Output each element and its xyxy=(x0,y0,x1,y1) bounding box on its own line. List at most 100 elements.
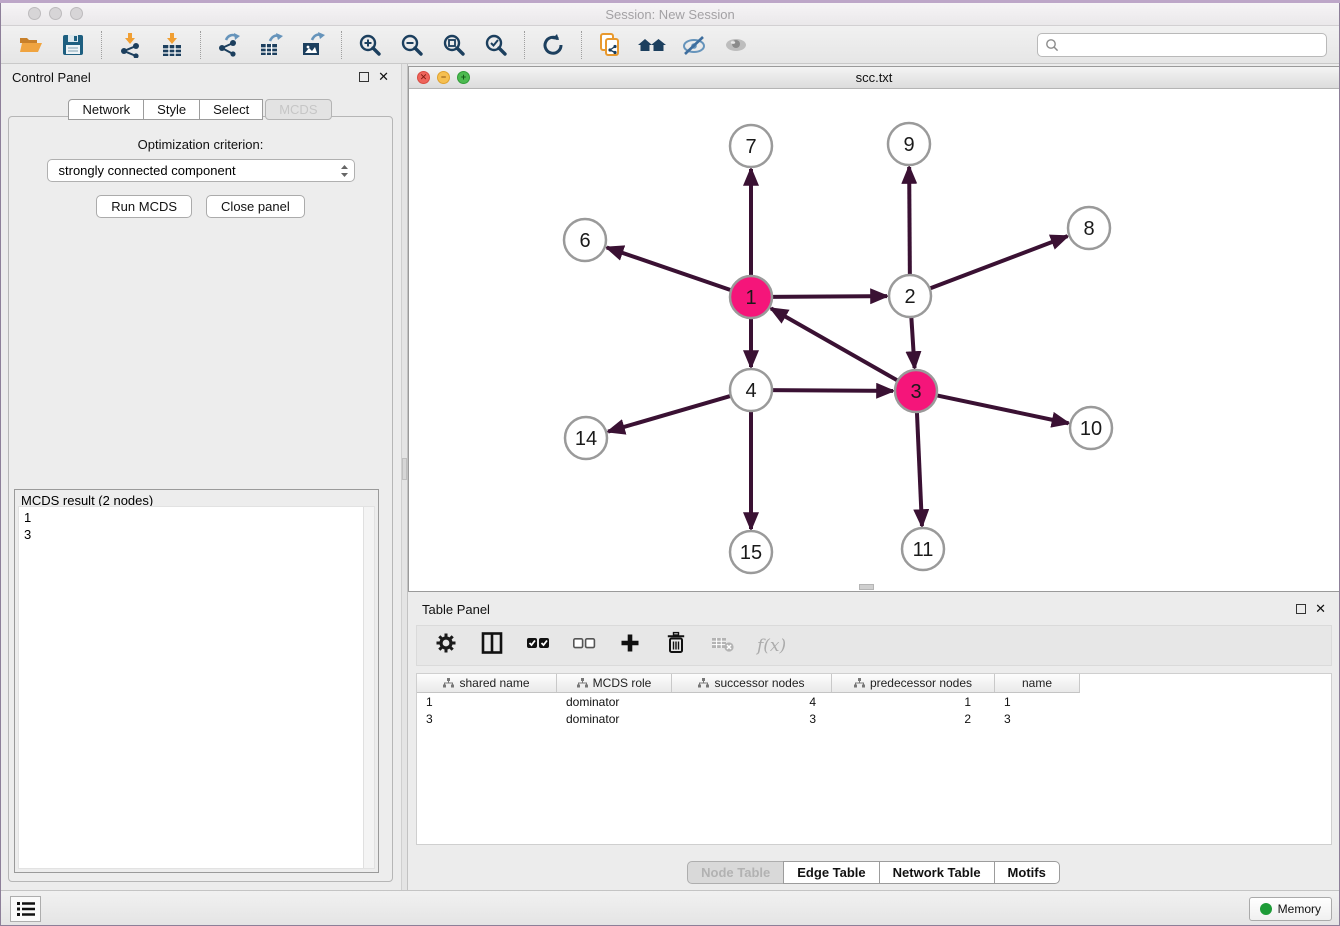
show-column-panel-button[interactable] xyxy=(479,630,505,661)
column-header-mcds-role[interactable]: MCDS role xyxy=(557,674,672,692)
window-title: Session: New Session xyxy=(605,7,734,22)
tab-network-table[interactable]: Network Table xyxy=(879,861,995,884)
open-folder-icon xyxy=(18,32,44,58)
table-row[interactable]: 1dominator411 xyxy=(417,693,1331,710)
graph-edge-1-2[interactable] xyxy=(770,296,887,297)
split-columns-icon xyxy=(479,630,505,656)
column-header-predecessor-nodes[interactable]: predecessor nodes xyxy=(832,674,995,692)
float-panel-icon[interactable] xyxy=(359,72,369,82)
close-window-button[interactable] xyxy=(28,7,41,20)
graph-edge-2-3[interactable] xyxy=(911,315,914,368)
clone-network-button[interactable] xyxy=(589,29,631,61)
panel-splitter[interactable] xyxy=(401,64,408,890)
criterion-dropdown[interactable]: strongly connected component xyxy=(47,159,355,182)
tab-network[interactable]: Network xyxy=(68,99,144,120)
function-builder-button[interactable]: f(x) xyxy=(757,636,786,656)
graph-node-label: 4 xyxy=(745,380,756,402)
delete-table-button[interactable] xyxy=(709,630,737,661)
search-input[interactable] xyxy=(1059,34,1326,56)
mcds-result-group: MCDS result (2 nodes) 1 3 xyxy=(14,489,379,873)
graph-edge-3-1[interactable] xyxy=(771,308,900,381)
minimize-window-button[interactable] xyxy=(49,7,62,20)
delete-column-button[interactable] xyxy=(663,630,689,661)
close-panel-button[interactable]: Close panel xyxy=(206,195,305,218)
export-image-button[interactable] xyxy=(292,29,334,61)
unselect-all-columns-button[interactable] xyxy=(571,630,597,661)
export-table-button[interactable] xyxy=(250,29,292,61)
network-window-titlebar[interactable]: scc.txt ✕ − + xyxy=(409,67,1339,89)
open-session-button[interactable] xyxy=(10,29,52,61)
graph-node-label: 6 xyxy=(579,230,590,252)
mcds-result-area[interactable]: 1 3 xyxy=(18,506,375,869)
run-mcds-button[interactable]: Run MCDS xyxy=(96,195,192,218)
column-label: name xyxy=(1022,676,1052,690)
network-canvas[interactable]: 7968124314101511 xyxy=(409,90,1339,591)
clone-network-icon xyxy=(597,32,623,58)
column-header-name[interactable]: name xyxy=(995,674,1079,692)
column-label: successor nodes xyxy=(714,676,804,690)
memory-button[interactable]: Memory xyxy=(1249,897,1332,921)
select-all-columns-button[interactable] xyxy=(525,630,551,661)
tab-style[interactable]: Style xyxy=(143,99,200,120)
import-table-icon xyxy=(159,32,185,58)
column-header-shared-name[interactable]: shared name xyxy=(417,674,557,692)
tab-node-table[interactable]: Node Table xyxy=(687,861,784,884)
apply-layout-button[interactable] xyxy=(532,29,574,61)
control-panel-tabs: Network Style Select MCDS xyxy=(0,99,401,120)
plus-icon xyxy=(617,630,643,656)
tab-edge-table[interactable]: Edge Table xyxy=(783,861,879,884)
graph-edge-3-10[interactable] xyxy=(935,395,1069,423)
zoom-fit-button[interactable] xyxy=(433,29,475,61)
table-cell: 1 xyxy=(417,695,557,709)
network-window-buttons: ✕ − + xyxy=(417,71,470,84)
minimize-network-button[interactable]: − xyxy=(437,71,450,84)
title-bar: Session: New Session xyxy=(0,3,1340,26)
zoom-window-button[interactable] xyxy=(70,7,83,20)
close-panel-icon[interactable]: ✕ xyxy=(378,72,389,82)
column-label: MCDS role xyxy=(593,676,652,690)
table-cell: dominator xyxy=(557,712,672,726)
control-panel-header: Control Panel ✕ xyxy=(0,64,401,90)
column-header-successor-nodes[interactable]: successor nodes xyxy=(672,674,832,692)
graph-edge-2-8[interactable] xyxy=(928,236,1068,289)
column-type-icon xyxy=(698,678,709,688)
graph-node-label: 7 xyxy=(745,136,756,158)
graph-node-label: 3 xyxy=(910,381,921,403)
memory-status-icon xyxy=(1260,903,1272,915)
graph-edge-4-14[interactable] xyxy=(608,395,733,431)
table-row[interactable]: 3dominator323 xyxy=(417,710,1331,727)
hide-details-button[interactable] xyxy=(673,29,715,61)
zoom-out-icon xyxy=(399,32,425,58)
task-history-button[interactable] xyxy=(10,896,41,922)
tab-motifs[interactable]: Motifs xyxy=(994,861,1060,884)
tab-mcds[interactable]: MCDS xyxy=(265,99,331,120)
close-network-button[interactable]: ✕ xyxy=(417,71,430,84)
network-resize-handle[interactable] xyxy=(859,584,874,590)
zoom-out-button[interactable] xyxy=(391,29,433,61)
search-icon xyxy=(1045,38,1059,52)
graph-edge-3-11[interactable] xyxy=(917,410,922,526)
graph-edge-1-6[interactable] xyxy=(607,247,733,290)
zoom-selected-button[interactable] xyxy=(475,29,517,61)
tab-select[interactable]: Select xyxy=(199,99,263,120)
home-view-button[interactable] xyxy=(631,29,673,61)
import-network-button[interactable] xyxy=(109,29,151,61)
zoom-in-button[interactable] xyxy=(349,29,391,61)
table-settings-button[interactable] xyxy=(433,630,459,661)
show-graphics-button[interactable] xyxy=(715,29,757,61)
table-cell: 2 xyxy=(832,712,995,726)
import-table-button[interactable] xyxy=(151,29,193,61)
export-network-button[interactable] xyxy=(208,29,250,61)
node-table: shared name MCDS role successor nodes pr… xyxy=(416,673,1332,845)
close-table-panel-icon[interactable]: ✕ xyxy=(1315,604,1326,614)
float-table-panel-icon[interactable] xyxy=(1296,604,1306,614)
result-scrollbar[interactable] xyxy=(363,507,374,868)
graph-edge-2-9[interactable] xyxy=(909,167,910,277)
create-column-button[interactable] xyxy=(617,630,643,661)
save-session-button[interactable] xyxy=(52,29,94,61)
refresh-icon xyxy=(540,32,566,58)
maximize-network-button[interactable]: + xyxy=(457,71,470,84)
graph-edge-4-3[interactable] xyxy=(770,390,893,391)
zoom-selected-icon xyxy=(483,32,509,58)
splitter-handle[interactable] xyxy=(402,458,407,480)
